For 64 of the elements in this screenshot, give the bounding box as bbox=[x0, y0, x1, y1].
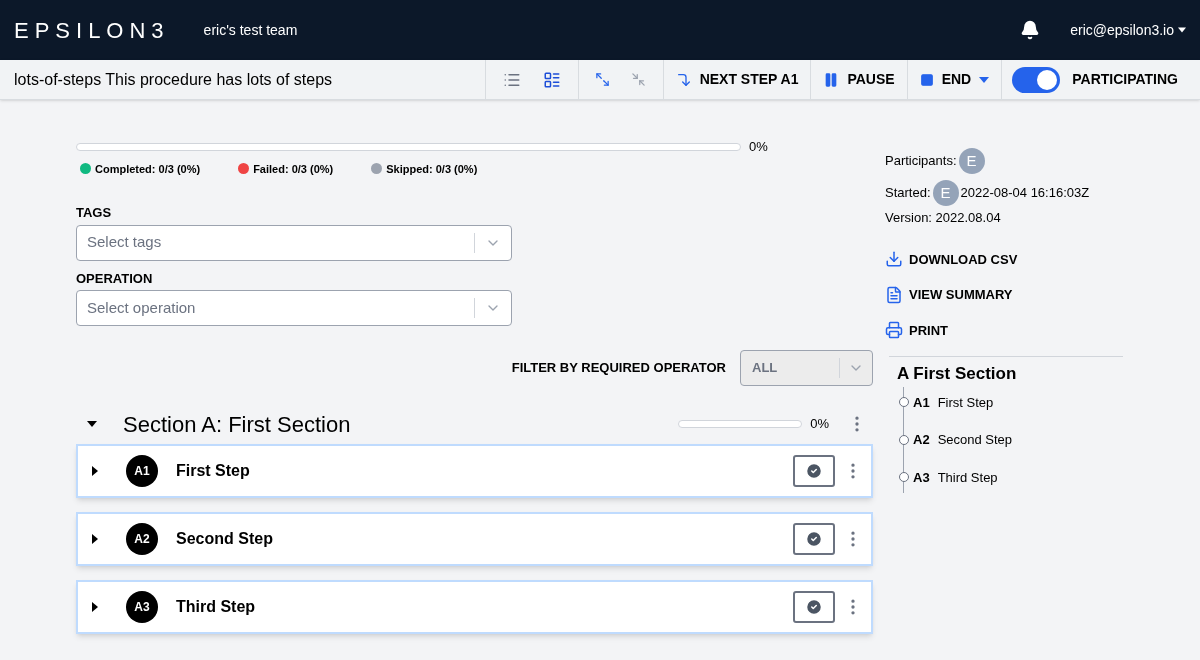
check-circle-icon bbox=[805, 530, 823, 548]
started-label: Started: bbox=[885, 184, 931, 203]
caret-icon bbox=[87, 421, 97, 427]
procedure-title: lots-of-steps This procedure has lots of steps bbox=[13, 69, 334, 90]
step-title: Third Step bbox=[176, 597, 257, 617]
download-icon bbox=[885, 250, 903, 269]
participants-label: Participants: bbox=[885, 152, 957, 171]
notification-bell-icon[interactable] bbox=[1020, 20, 1041, 40]
filter-label: OPERATION bbox=[76, 269, 154, 288]
section-progress-percent: 0% bbox=[810, 415, 829, 434]
select-placeholder: Select operation bbox=[87, 297, 197, 318]
check-circle-icon bbox=[805, 598, 823, 616]
step-number-badge: A1 bbox=[126, 455, 158, 487]
outline-step-link[interactable]: A3 Third Step bbox=[899, 467, 1125, 487]
document-icon bbox=[885, 285, 903, 304]
next-step-button[interactable]: NEXT STEP A1 bbox=[662, 60, 811, 99]
user-menu[interactable]: eric@epsilon3.io bbox=[1070, 19, 1186, 41]
caret-icon bbox=[92, 466, 98, 476]
step-title: Second Step bbox=[176, 529, 274, 549]
status-count: Failed: 0/3 (0%) bbox=[253, 161, 334, 177]
collapse-icon bbox=[631, 72, 647, 87]
expand-icon bbox=[595, 72, 611, 87]
outline-section-title: A First Section bbox=[897, 363, 1018, 385]
step-title: First Step bbox=[176, 461, 251, 481]
filter-label: TAGS bbox=[76, 204, 113, 222]
stop-icon bbox=[919, 72, 934, 87]
participating-switch[interactable] bbox=[1012, 66, 1061, 93]
select-field[interactable]: Select tags bbox=[76, 224, 512, 261]
version-text: Version: 2022.08.04 bbox=[885, 209, 1002, 227]
status-count: Completed: 0/3 (0%) bbox=[95, 161, 201, 177]
select-placeholder: Select tags bbox=[87, 232, 163, 253]
operator-select[interactable]: ALL bbox=[740, 350, 873, 386]
caret-icon bbox=[92, 534, 98, 544]
participant-avatar: E bbox=[958, 148, 985, 174]
select-field[interactable]: Select operation bbox=[76, 290, 512, 326]
complete-step-button[interactable] bbox=[793, 455, 835, 487]
caret-icon bbox=[979, 76, 990, 83]
caret-icon bbox=[1178, 27, 1186, 33]
operator-filter-label: FILTER BY REQUIRED OPERATOR bbox=[511, 359, 726, 378]
complete-step-button[interactable] bbox=[793, 591, 835, 623]
check-circle-icon bbox=[805, 462, 823, 480]
team-name: eric's test team bbox=[203, 20, 298, 40]
step-number-badge: A2 bbox=[126, 523, 158, 555]
printer-icon bbox=[885, 321, 903, 340]
starter-avatar: E bbox=[932, 180, 959, 206]
logo: EPSILON3 bbox=[14, 16, 170, 45]
caret-icon bbox=[92, 602, 98, 612]
status-count: Skipped: 0/3 (0%) bbox=[386, 161, 478, 177]
end-button[interactable]: END bbox=[906, 60, 1002, 99]
outline-step-link[interactable]: A2 Second Step bbox=[899, 430, 1125, 450]
section-title: Section A: First Section bbox=[123, 410, 352, 439]
operator-value: ALL bbox=[752, 359, 779, 378]
outline-step-link[interactable]: A1 First Step bbox=[899, 392, 1125, 412]
start-time: 2022-08-04 16:16:03Z bbox=[960, 184, 1090, 203]
sidebar-action-link[interactable]: PRINT bbox=[885, 320, 1125, 340]
detail-list-icon bbox=[542, 70, 561, 89]
pause-button[interactable]: PAUSE bbox=[810, 60, 907, 99]
sidebar-action-link[interactable]: VIEW SUMMARY bbox=[885, 285, 1125, 305]
step-number-badge: A3 bbox=[126, 591, 158, 623]
arrow-down-icon bbox=[675, 71, 692, 88]
progress-percent: 0% bbox=[749, 138, 768, 156]
complete-step-button[interactable] bbox=[793, 523, 835, 555]
sidebar-action-link[interactable]: DOWNLOAD CSV bbox=[885, 249, 1125, 269]
participating-label: PARTICIPATING bbox=[1072, 70, 1178, 89]
